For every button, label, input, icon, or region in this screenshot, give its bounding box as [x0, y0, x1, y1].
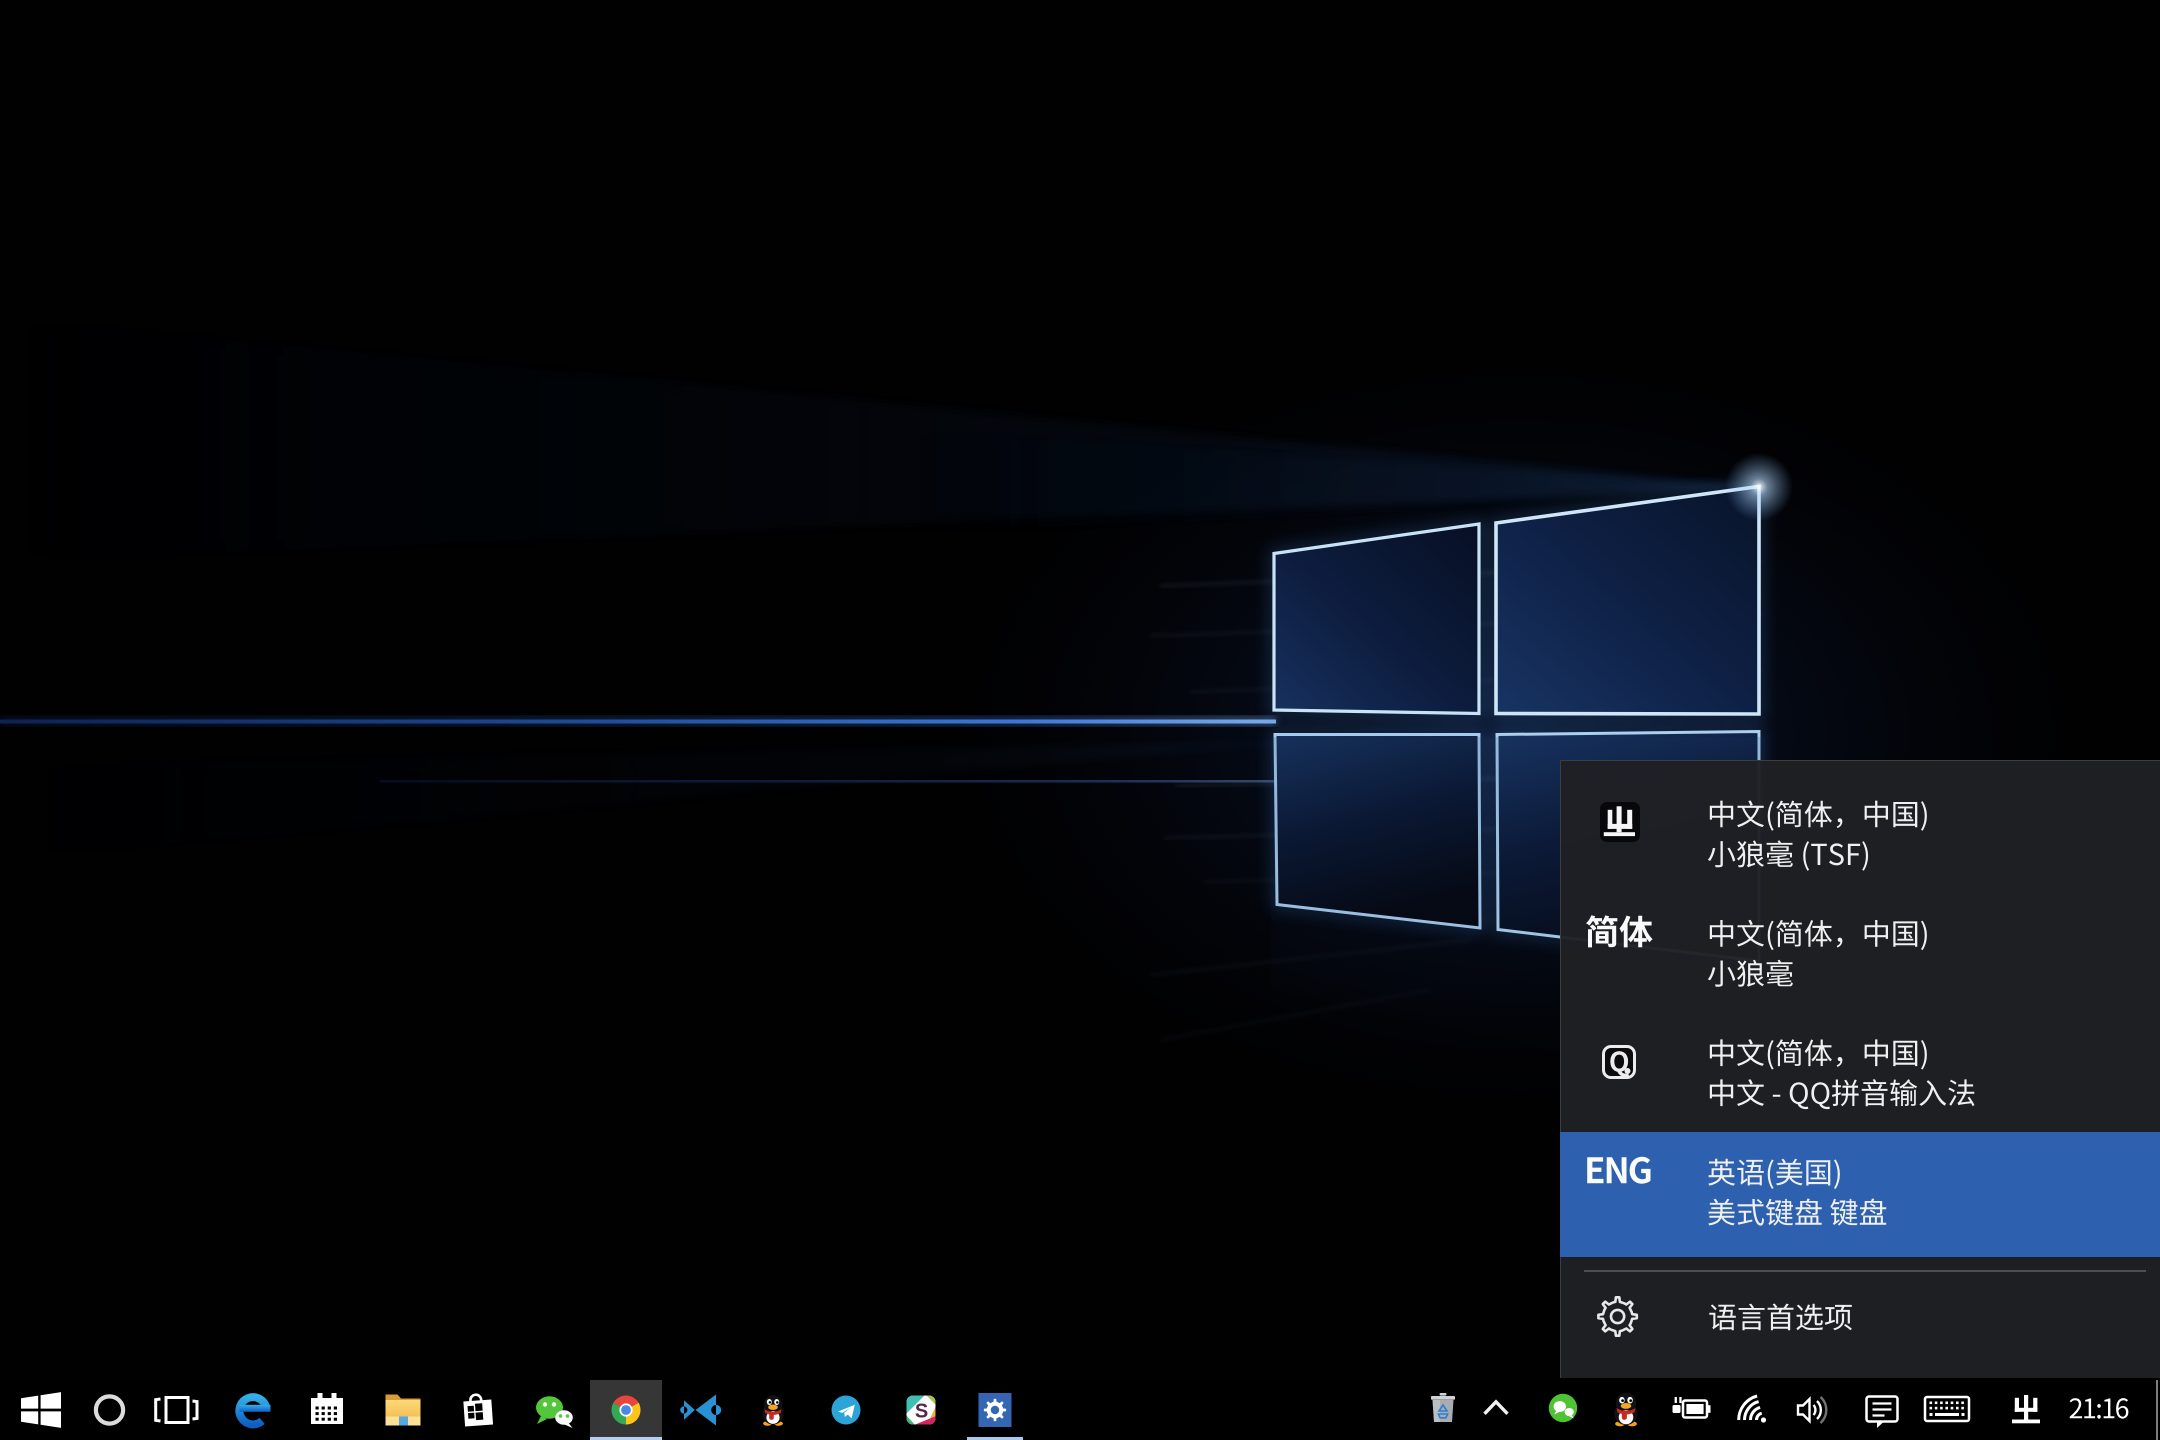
svg-text:S: S [915, 1401, 928, 1423]
